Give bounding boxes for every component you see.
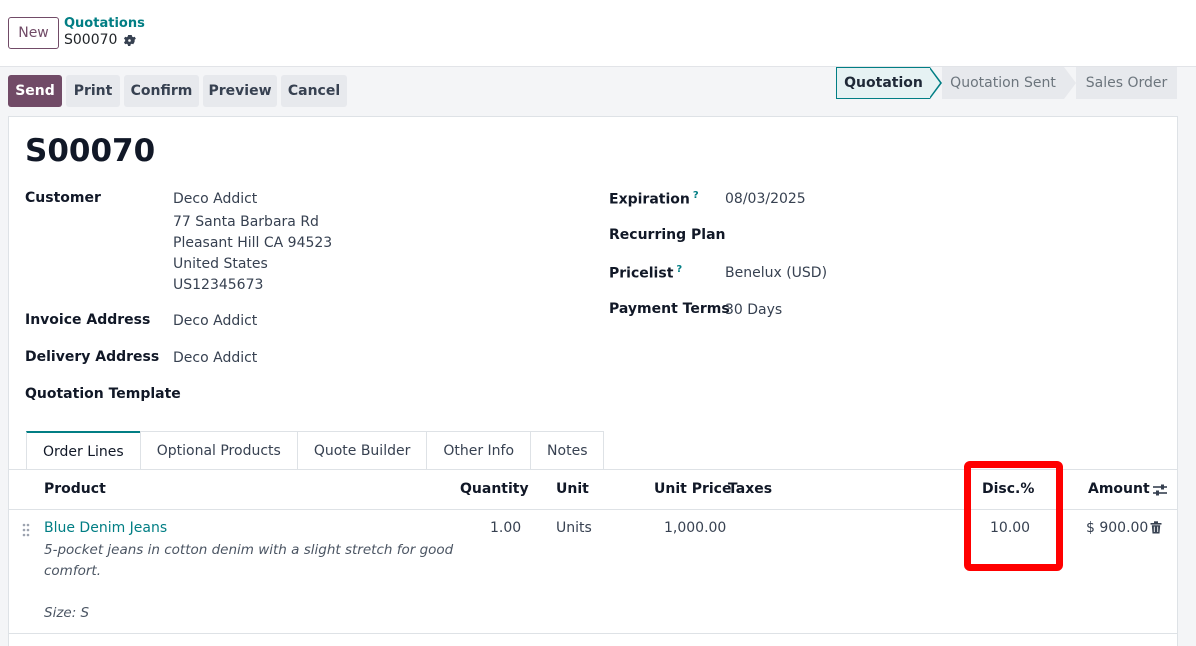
customer-address-line: 77 Santa Barbara Rd — [173, 214, 319, 230]
product-name-link[interactable]: Blue Denim Jeans — [44, 520, 167, 536]
invoice-address-field[interactable]: Deco Addict — [173, 313, 257, 329]
tab-quote-builder[interactable]: Quote Builder — [296, 431, 428, 470]
notebook-tabs: Order Lines Optional Products Quote Buil… — [26, 431, 605, 470]
pricelist-label: Pricelist? — [609, 264, 683, 282]
amount-cell: $ 900.00 — [1086, 520, 1149, 536]
column-header-amount[interactable]: Amount — [1088, 481, 1150, 497]
delivery-address-field[interactable]: Deco Addict — [173, 350, 257, 366]
stage-arrow-2 — [1064, 67, 1076, 99]
gear-icon[interactable] — [123, 34, 137, 47]
discount-highlight-box — [964, 461, 1063, 571]
tab-optional-products[interactable]: Optional Products — [139, 431, 298, 470]
payment-terms-field[interactable]: 30 Days — [725, 302, 782, 318]
breadcrumb-current: S00070 — [64, 32, 137, 48]
quotation-template-label: Quotation Template — [25, 386, 181, 402]
preview-button[interactable]: Preview — [203, 75, 277, 107]
product-size: Size: S — [44, 605, 90, 621]
invoice-address-label: Invoice Address — [25, 312, 151, 328]
stage-sales-order[interactable]: Sales Order — [1076, 67, 1177, 99]
top-bar: New Quotations S00070 — [0, 0, 1196, 67]
column-header-taxes[interactable]: Taxes — [728, 481, 772, 497]
expiration-field[interactable]: 08/03/2025 — [725, 191, 806, 207]
print-button[interactable]: Print — [66, 75, 120, 107]
product-description: 5-pocket jeans in cotton denim with a sl… — [44, 542, 454, 558]
customer-field[interactable]: Deco Addict — [173, 191, 257, 207]
stage-quotation[interactable]: Quotation — [836, 67, 930, 99]
help-icon[interactable]: ? — [693, 190, 699, 201]
breadcrumb-quotations-link[interactable]: Quotations — [64, 16, 145, 31]
column-header-product[interactable]: Product — [44, 481, 106, 497]
unit-price-cell[interactable]: 1,000.00 — [664, 520, 726, 536]
pricelist-field[interactable]: Benelux (USD) — [725, 265, 827, 281]
unit-cell[interactable]: Units — [556, 520, 592, 536]
recurring-plan-label: Recurring Plan — [609, 227, 726, 243]
row-divider — [9, 633, 1177, 634]
product-description: comfort. — [44, 563, 101, 579]
expiration-label: Expiration? — [609, 190, 699, 208]
payment-terms-label: Payment Terms — [609, 301, 730, 317]
tab-notes[interactable]: Notes — [530, 431, 605, 470]
trash-icon[interactable] — [1150, 521, 1162, 534]
column-settings-icon[interactable] — [1152, 483, 1168, 497]
column-header-unit-price[interactable]: Unit Price — [654, 481, 731, 497]
customer-address-line: Pleasant Hill CA 94523 — [173, 235, 333, 251]
help-icon[interactable]: ? — [676, 264, 682, 275]
new-button[interactable]: New — [8, 17, 59, 49]
send-button[interactable]: Send — [8, 75, 62, 107]
stage-quotation-sent[interactable]: Quotation Sent — [942, 67, 1064, 99]
confirm-button[interactable]: Confirm — [124, 75, 199, 107]
column-header-quantity[interactable]: Quantity — [460, 481, 529, 497]
cancel-button[interactable]: Cancel — [281, 75, 347, 107]
action-bar: Send Print Confirm Preview Cancel Quotat… — [0, 67, 1196, 117]
record-title: S00070 — [25, 133, 156, 169]
customer-vat: US12345673 — [173, 277, 264, 293]
breadcrumb-current-label: S00070 — [64, 32, 118, 48]
customer-address-line: United States — [173, 256, 268, 272]
tab-other-info[interactable]: Other Info — [426, 431, 532, 470]
quantity-cell[interactable]: 1.00 — [490, 520, 521, 536]
tab-order-lines[interactable]: Order Lines — [26, 431, 141, 470]
delivery-address-label: Delivery Address — [25, 349, 160, 365]
drag-handle-icon[interactable] — [22, 523, 30, 537]
customer-label: Customer — [25, 190, 101, 206]
stage-arrow-fill — [929, 68, 940, 98]
column-header-unit[interactable]: Unit — [556, 481, 589, 497]
